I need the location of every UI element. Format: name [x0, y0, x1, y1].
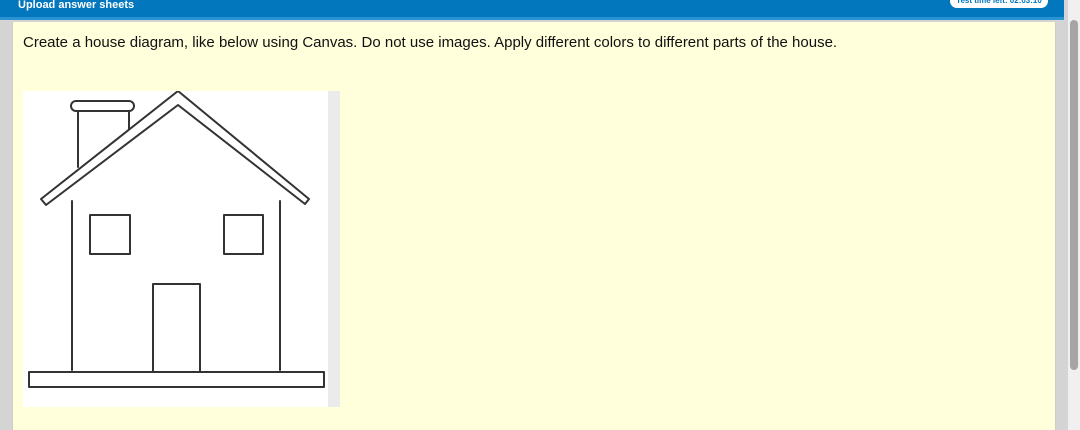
scrollbar-thumb[interactable] [1070, 20, 1078, 370]
house-outline-icon [28, 91, 325, 388]
chimney-cap [70, 100, 135, 112]
upload-window: Upload answer sheets Test time left: 02:… [0, 0, 1080, 430]
chimney [77, 110, 130, 168]
door [152, 283, 201, 373]
vertical-scrollbar[interactable] [1068, 0, 1080, 430]
timer-badge: Test time left: 02:03:10 [950, 0, 1048, 8]
header-bar: Upload answer sheets Test time left: 02:… [0, 0, 1064, 20]
house-walls [71, 200, 281, 371]
header-title: Upload answer sheets [18, 0, 135, 11]
question-text: Create a house diagram, like below using… [23, 34, 838, 51]
house-diagram [23, 91, 340, 407]
ground-base [28, 371, 325, 388]
right-window [223, 214, 264, 255]
roof [40, 91, 310, 206]
left-window [89, 214, 131, 255]
question-panel: Create a house diagram, like below using… [12, 22, 1056, 430]
